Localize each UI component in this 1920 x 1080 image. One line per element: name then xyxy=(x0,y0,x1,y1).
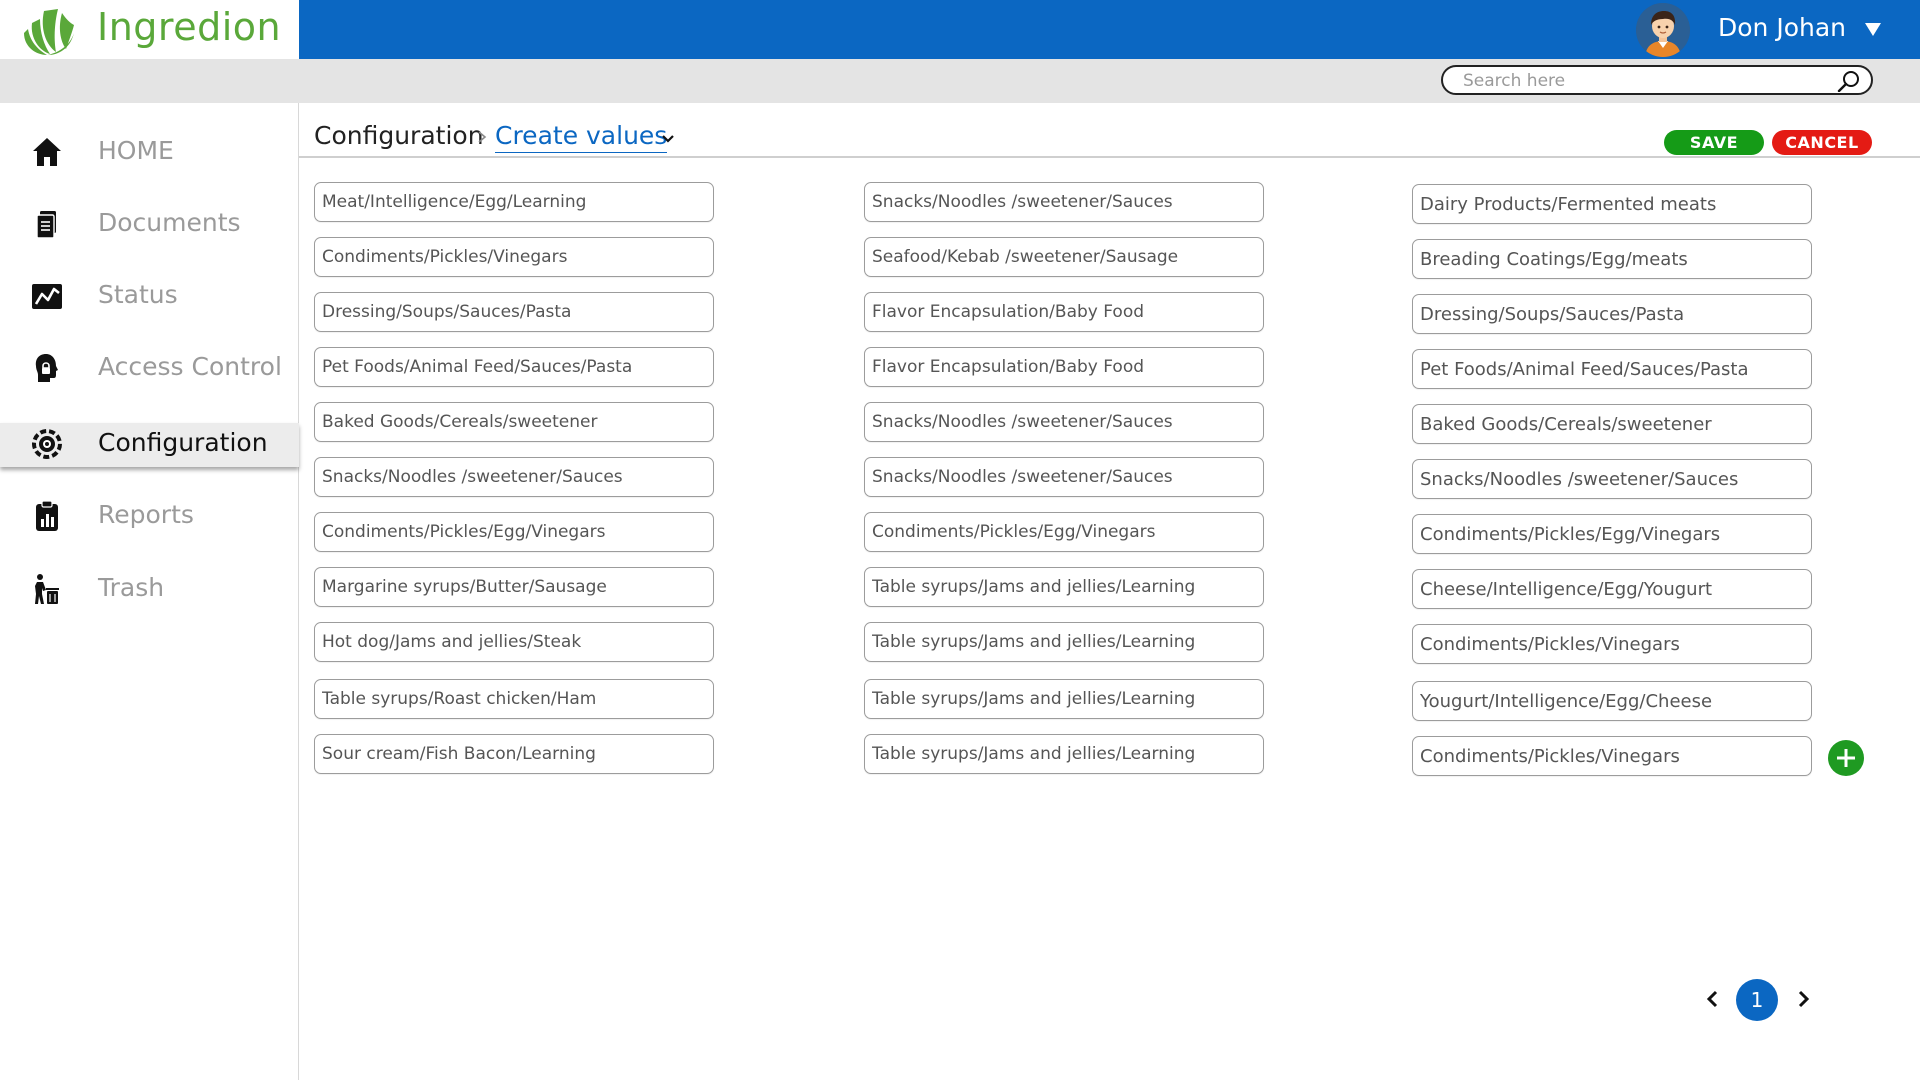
value-field[interactable] xyxy=(1412,184,1812,224)
value-field[interactable] xyxy=(314,402,714,442)
app-name: Ingredion xyxy=(97,5,282,49)
sidebar-item-documents[interactable]: Documents xyxy=(0,203,299,247)
value-field[interactable] xyxy=(1412,736,1812,776)
sidebar-item-label: Configuration xyxy=(98,428,268,457)
sidebar-item-label: Access Control xyxy=(98,352,282,381)
breadcrumb-current[interactable]: Create values xyxy=(495,121,668,153)
sidebar-item-home[interactable]: HOME xyxy=(0,131,299,175)
reports-icon xyxy=(36,500,58,531)
value-field[interactable] xyxy=(314,567,714,607)
value-field[interactable] xyxy=(1412,239,1812,279)
user-menu[interactable]: Don Johan xyxy=(1630,0,1920,59)
sidebar: HOME Documents Status Access Control Con… xyxy=(0,103,299,1080)
search-icon[interactable] xyxy=(1837,70,1861,92)
chevron-left-icon[interactable] xyxy=(1702,987,1724,1011)
configuration-icon xyxy=(32,429,62,459)
value-field[interactable] xyxy=(1412,569,1812,609)
value-field[interactable] xyxy=(314,622,714,662)
logo-area: Ingredion xyxy=(0,0,299,59)
value-field[interactable] xyxy=(864,347,1264,387)
cancel-button[interactable]: CANCEL xyxy=(1772,130,1872,155)
value-field[interactable] xyxy=(314,292,714,332)
trash-icon xyxy=(35,574,59,604)
sidebar-item-label: Documents xyxy=(98,208,241,237)
user-avatar-icon xyxy=(1636,3,1690,57)
value-field[interactable] xyxy=(314,347,714,387)
value-field[interactable] xyxy=(864,567,1264,607)
value-field[interactable] xyxy=(864,402,1264,442)
top-bar: Ingredion Don Johan xyxy=(0,0,1920,59)
avatar[interactable] xyxy=(1636,3,1690,57)
chevron-right-icon[interactable] xyxy=(1792,987,1814,1011)
value-field[interactable] xyxy=(864,457,1264,497)
sidebar-item-label: HOME xyxy=(98,136,174,165)
chevron-right-icon xyxy=(478,131,487,143)
value-field[interactable] xyxy=(864,622,1264,662)
value-field[interactable] xyxy=(314,679,714,719)
value-field[interactable] xyxy=(1412,624,1812,664)
value-field[interactable] xyxy=(314,237,714,277)
value-field[interactable] xyxy=(314,182,714,222)
value-field[interactable] xyxy=(1412,514,1812,554)
value-field[interactable] xyxy=(864,182,1264,222)
value-field[interactable] xyxy=(864,292,1264,332)
value-field[interactable] xyxy=(1412,294,1812,334)
value-field[interactable] xyxy=(314,734,714,774)
status-chart-icon xyxy=(32,284,62,309)
value-field[interactable] xyxy=(1412,349,1812,389)
sidebar-item-access-control[interactable]: Access Control xyxy=(0,347,299,391)
sidebar-item-status[interactable]: Status xyxy=(0,275,299,319)
value-field[interactable] xyxy=(864,734,1264,774)
documents-icon xyxy=(36,211,56,239)
pagination-page[interactable]: 1 xyxy=(1736,979,1778,1021)
plus-icon xyxy=(1837,749,1855,767)
save-button[interactable]: SAVE xyxy=(1664,130,1764,155)
value-field[interactable] xyxy=(864,237,1264,277)
user-name[interactable]: Don Johan xyxy=(1718,13,1846,42)
search-strip xyxy=(0,59,1920,103)
caret-down-icon[interactable] xyxy=(1862,18,1884,40)
value-field[interactable] xyxy=(1412,404,1812,444)
search-box xyxy=(1441,65,1873,95)
value-field[interactable] xyxy=(1412,681,1812,721)
sidebar-item-configuration[interactable]: Configuration xyxy=(0,423,299,467)
sidebar-item-trash[interactable]: Trash xyxy=(0,568,299,612)
value-field[interactable] xyxy=(864,512,1264,552)
search-input[interactable] xyxy=(1463,69,1823,93)
sidebar-item-label: Reports xyxy=(98,500,194,529)
value-field[interactable] xyxy=(314,457,714,497)
sidebar-item-label: Trash xyxy=(98,573,165,602)
home-icon xyxy=(33,138,61,166)
ingredion-logo-icon xyxy=(24,9,74,55)
value-field[interactable] xyxy=(864,679,1264,719)
sidebar-item-reports[interactable]: Reports xyxy=(0,495,299,539)
value-field[interactable] xyxy=(1412,459,1812,499)
access-control-icon xyxy=(35,354,58,382)
breadcrumb-root[interactable]: Configuration xyxy=(314,121,484,150)
sidebar-item-label: Status xyxy=(98,280,178,309)
add-value-button[interactable] xyxy=(1828,740,1864,776)
chevron-down-icon[interactable] xyxy=(660,133,676,145)
value-field[interactable] xyxy=(314,512,714,552)
content-divider xyxy=(299,156,1920,158)
